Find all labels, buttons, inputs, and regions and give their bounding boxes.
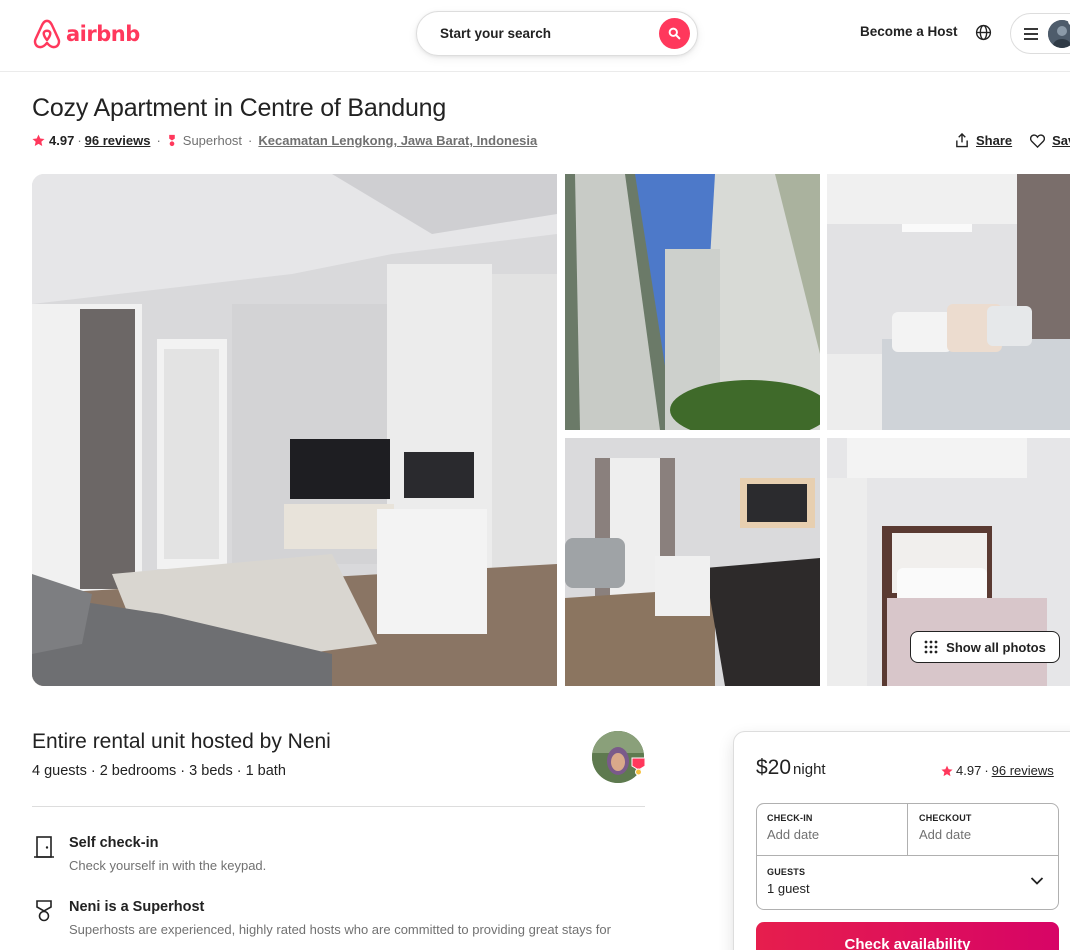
show-all-photos-button[interactable]: Show all photos	[910, 631, 1060, 663]
booking-card: $20 night 4.97 · 96 reviews CHECK-IN Add …	[733, 731, 1070, 950]
price-value: $20	[756, 756, 792, 779]
listing-title: Cozy Apartment in Centre of Bandung	[32, 94, 447, 122]
photo-bedroom[interactable]	[827, 174, 1070, 430]
rating-value: 4.97	[49, 133, 75, 148]
profile-menu-button[interactable]	[1010, 13, 1070, 54]
check-availability-button[interactable]: Check availability	[756, 922, 1059, 950]
photo-building-exterior[interactable]	[565, 174, 820, 430]
airbnb-logo[interactable]: airbnb	[32, 18, 140, 50]
listing-summary: 4 guests · 2 bedrooms · 3 beds · 1 bath	[32, 763, 286, 779]
airbnb-logo-icon	[33, 19, 61, 49]
nightly-price: $20 night	[756, 756, 826, 780]
feature-title: Neni is a Superhost	[69, 899, 205, 915]
search-bar[interactable]: Start your search	[416, 11, 698, 56]
save-button[interactable]: Save	[1030, 133, 1070, 148]
save-label: Save	[1052, 133, 1070, 148]
checkin-value: Add date	[767, 827, 820, 842]
card-rating-value: 4.97	[956, 763, 982, 778]
checkout-label: CHECKOUT	[919, 813, 972, 823]
guests-value: 1 guest	[767, 881, 810, 896]
section-divider	[32, 806, 645, 807]
checkout-field[interactable]: CHECKOUT Add date	[908, 804, 1058, 856]
feature-title: Self check-in	[69, 835, 159, 851]
superhost-badge-icon	[631, 757, 646, 776]
checkin-label: CHECK-IN	[767, 813, 813, 823]
listing-actions: Share Save	[955, 133, 1070, 148]
location-link[interactable]: Kecamatan Lengkong, Jawa Barat, Indonesi…	[258, 133, 537, 148]
reservation-inputs: CHECK-IN Add date CHECKOUT Add date GUES…	[756, 803, 1059, 910]
chevron-down-icon	[1030, 877, 1044, 885]
listing-meta: 4.97 · 96 reviews · Superhost · Kecamata…	[32, 133, 537, 148]
grid-icon	[924, 640, 938, 654]
host-title: Entire rental unit hosted by Neni	[32, 730, 331, 753]
door-icon	[34, 836, 54, 858]
search-placeholder[interactable]: Start your search	[440, 26, 551, 41]
card-rating: 4.97 · 96 reviews	[941, 763, 1054, 778]
card-reviews-link[interactable]: 96 reviews	[992, 763, 1054, 778]
become-host-link[interactable]: Become a Host	[860, 24, 958, 39]
globe-icon[interactable]	[975, 24, 992, 41]
menu-icon	[1024, 27, 1038, 40]
checkout-value: Add date	[919, 827, 972, 842]
guests-label: GUESTS	[767, 867, 806, 877]
superhost-icon	[168, 134, 175, 147]
price-unit: night	[793, 761, 826, 778]
feature-desc: Check yourself in with the keypad.	[69, 858, 267, 873]
share-button[interactable]: Share	[955, 133, 1012, 148]
share-icon	[956, 133, 968, 148]
guests-field[interactable]: GUESTS 1 guest	[757, 856, 1058, 909]
search-icon	[668, 27, 681, 40]
feature-desc: Superhosts are experienced, highly rated…	[69, 922, 611, 937]
show-all-label: Show all photos	[946, 639, 1046, 655]
search-button[interactable]	[659, 18, 690, 49]
star-icon	[941, 765, 953, 776]
logo-text: airbnb	[66, 22, 140, 46]
checkin-field[interactable]: CHECK-IN Add date	[757, 804, 908, 856]
medal-icon	[36, 900, 52, 922]
heart-icon	[1030, 133, 1046, 148]
top-header: airbnb Start your search Become a Host	[0, 0, 1070, 72]
photo-living-room[interactable]	[32, 174, 557, 686]
star-icon	[32, 134, 45, 147]
reviews-link[interactable]: 96 reviews	[85, 133, 151, 148]
share-label: Share	[976, 133, 1013, 148]
photo-kitchen[interactable]	[565, 438, 820, 686]
superhost-label: Superhost	[182, 133, 243, 148]
user-avatar	[1048, 20, 1070, 48]
